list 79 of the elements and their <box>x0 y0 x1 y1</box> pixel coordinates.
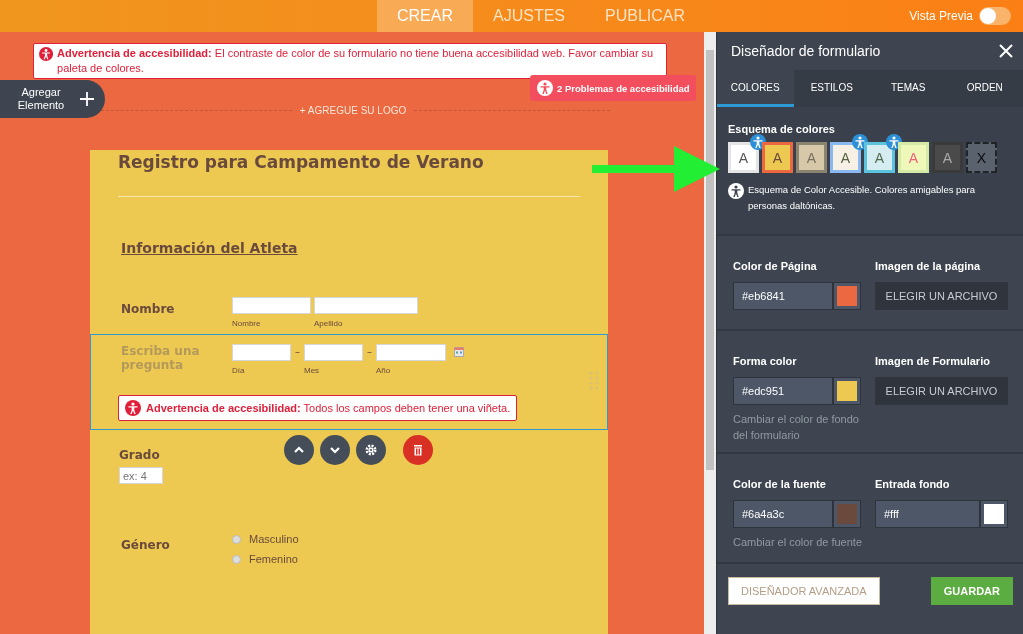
text-input[interactable] <box>314 297 418 314</box>
choose-file-button[interactable]: ELEGIR UN ARCHIVO <box>875 282 1008 310</box>
color-scheme-swatch[interactable]: A <box>830 142 861 173</box>
warning-text: Advertencia de accesibilidad: Todos los campos deben tener una viñeta. <box>146 402 511 414</box>
close-icon <box>999 44 1013 58</box>
move-down-button[interactable] <box>320 435 350 465</box>
setting-hint: Cambiar el color de fuente <box>733 535 863 550</box>
color-scheme-swatch[interactable]: A <box>762 142 793 173</box>
settings-icon <box>365 444 377 456</box>
choose-file-button[interactable]: ELEGIR UN ARCHIVO <box>875 377 1008 405</box>
text-input[interactable] <box>232 297 311 314</box>
date-separator: – <box>294 345 301 359</box>
setting-hint: Cambiar el color de fondo del formulario <box>733 412 860 443</box>
setting-label: Imagen de la página <box>875 260 982 274</box>
section-heading: Información del Atleta <box>121 240 298 258</box>
add-element-button[interactable]: Agregar Elemento <box>0 80 105 118</box>
number-input[interactable]: ex: 4 <box>119 467 163 484</box>
date-separator: – <box>366 345 373 359</box>
save-button[interactable]: GUARDAR <box>930 577 1013 605</box>
section-title: Esquema de colores <box>728 123 836 135</box>
setting-label: Color de Página <box>733 260 818 274</box>
color-input[interactable]: #eb6841 <box>733 282 833 310</box>
panel-tab[interactable]: TEMAS <box>870 70 947 107</box>
sublabel: Día <box>232 366 246 375</box>
move-down-icon <box>329 444 341 456</box>
color-input[interactable]: #fff <box>875 500 980 528</box>
sublabel: Apellido <box>314 319 344 328</box>
setting-label: Entrada fondo <box>875 478 951 492</box>
color-scheme-swatch[interactable]: A <box>864 142 895 173</box>
accessibility-icon <box>728 183 744 199</box>
move-up-button[interactable] <box>284 435 314 465</box>
field-label: Grado <box>119 448 160 462</box>
form-title: Registro para Campamento de Verano <box>118 151 484 174</box>
accessibility-icon <box>537 80 553 96</box>
setting-label: Color de la fuente <box>733 478 827 492</box>
panel-title: Diseñador de formulario <box>731 43 881 59</box>
date-input[interactable] <box>304 344 363 361</box>
setting-label: Forma color <box>733 355 798 369</box>
close-button[interactable] <box>999 44 1013 58</box>
preview-label: Vista Previa <box>909 9 973 23</box>
warning-text: Advertencia de accesibilidad: El contraste de color de su formulario no tiene buena accesibilidad web. Favor cambiar su paleta de colores. <box>57 46 655 76</box>
field-label: Nombre <box>121 301 176 318</box>
preview-toggle[interactable] <box>979 7 1011 25</box>
option-label: Femenino <box>249 553 298 565</box>
radio-button[interactable] <box>232 534 241 544</box>
setting-label: Imagen de Formulario <box>875 355 991 369</box>
date-input[interactable] <box>376 344 446 361</box>
color-scheme-swatch[interactable]: A <box>932 142 963 173</box>
delete-icon <box>412 444 424 456</box>
option-label: Masculino <box>249 533 299 545</box>
date-input[interactable] <box>232 344 291 361</box>
scrollbar[interactable] <box>704 32 716 634</box>
advanced-designer-button[interactable]: DISEÑADOR AVANZADA <box>728 577 880 605</box>
field-label: Escriba una pregunta <box>121 344 201 374</box>
add-logo-link[interactable]: + AGREGUE SU LOGO <box>299 105 407 116</box>
arrow-icon <box>592 146 722 192</box>
radio-button[interactable] <box>232 554 241 564</box>
accessibility-icon <box>125 400 141 416</box>
panel-tab[interactable]: ESTILOS <box>793 70 870 107</box>
drag-handle-icon[interactable] <box>589 371 599 390</box>
delete-button[interactable] <box>403 435 433 465</box>
settings-button[interactable] <box>356 435 386 465</box>
sublabel: Mes <box>304 366 321 375</box>
no-scheme-swatch[interactable]: X <box>966 142 997 173</box>
sublabel: Nombre <box>232 319 262 328</box>
calendar-icon[interactable] <box>454 347 464 357</box>
accessibility-issues-badge[interactable]: 2 Problemas de accesibilidad <box>530 75 696 101</box>
panel-tab[interactable]: COLORES <box>717 70 794 107</box>
plus-icon <box>80 92 94 106</box>
field-label: Género <box>121 537 171 554</box>
color-scheme-swatch[interactable]: A <box>898 142 929 173</box>
color-scheme-swatch[interactable]: A <box>728 142 759 173</box>
color-scheme-swatch[interactable]: A <box>796 142 827 173</box>
color-input[interactable]: #6a4a3c <box>733 500 833 528</box>
scheme-note: Esquema de Color Accesible. Colores amigables para personas daltónicas. <box>748 183 977 213</box>
accessibility-icon <box>39 46 54 62</box>
panel-tab[interactable]: ORDEN <box>946 70 1023 107</box>
sublabel: Año <box>376 366 392 375</box>
color-input[interactable]: #edc951 <box>733 377 833 405</box>
